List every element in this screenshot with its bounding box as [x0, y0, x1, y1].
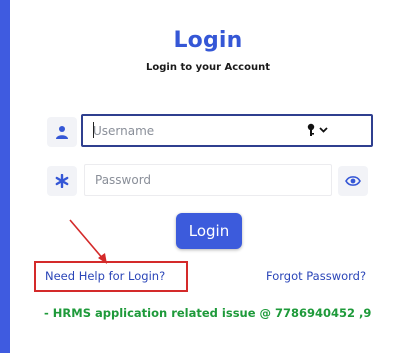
- password-icon-box: [47, 166, 77, 196]
- show-password-toggle[interactable]: [338, 166, 368, 196]
- announcement-ticker: - HRMS application related issue @ 77869…: [44, 306, 372, 320]
- user-icon-box: [47, 117, 77, 147]
- key-icon[interactable]: [307, 121, 331, 139]
- text-caret: [93, 122, 94, 138]
- page-subtitle: Login to your Account: [146, 62, 270, 73]
- asterisk-icon: [55, 174, 69, 188]
- login-card: Login Login to your Account Username Log…: [10, 0, 416, 353]
- password-input[interactable]: [84, 164, 332, 196]
- eye-icon: [345, 176, 361, 186]
- user-icon: [56, 126, 68, 139]
- login-button[interactable]: Login: [176, 213, 242, 249]
- forgot-password-link[interactable]: Forgot Password?: [266, 269, 366, 283]
- need-help-link[interactable]: Need Help for Login?: [45, 269, 165, 283]
- page-title: Login: [173, 28, 243, 53]
